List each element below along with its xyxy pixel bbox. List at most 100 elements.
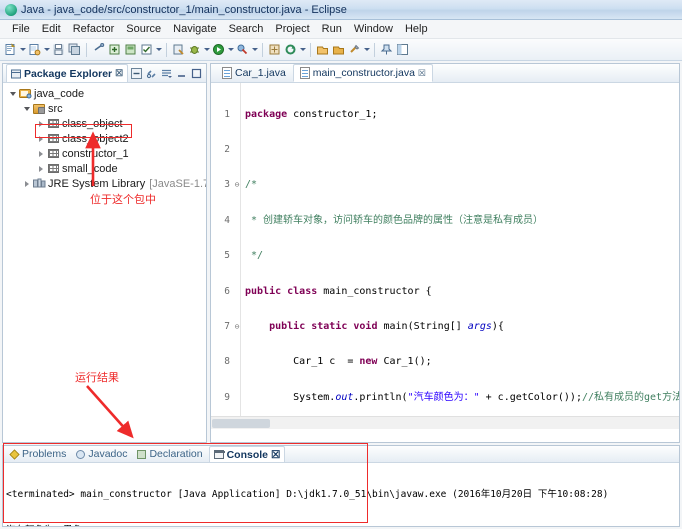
editor-area: Car_1.java main_constructor.java ☒ 1 pack… [210, 63, 680, 443]
chevron-down-icon[interactable] [203, 42, 210, 57]
link-with-editor-icon[interactable] [146, 68, 157, 79]
view-menu-icon[interactable] [161, 68, 172, 79]
fold-marker[interactable]: ⊖ [233, 321, 241, 333]
close-icon[interactable]: ☒ [418, 68, 426, 79]
checkbox-icon[interactable] [139, 42, 154, 57]
tree-item-label: src [48, 102, 63, 115]
menu-help[interactable]: Help [399, 21, 434, 37]
minimize-icon[interactable] [176, 68, 187, 79]
workbench: Package Explorer ☒ java_code src class_o… [0, 61, 682, 529]
print-icon[interactable] [91, 42, 106, 57]
run-icon[interactable] [211, 42, 226, 57]
tab-label: Console [226, 448, 269, 461]
tab-label: Problems [22, 448, 67, 460]
console-output[interactable]: <terminated> main_constructor [Java Appl… [3, 463, 679, 526]
chevron-down-icon[interactable] [251, 42, 258, 57]
menu-run[interactable]: Run [316, 21, 348, 37]
tree-item-java_code[interactable]: java_code [3, 86, 206, 101]
chevron-down-icon[interactable] [19, 42, 26, 57]
tree-item-class_object2[interactable]: class_object2 [3, 131, 206, 146]
scrollbar-thumb[interactable] [212, 419, 270, 428]
editor-tabbar: Car_1.java main_constructor.java ☒ [211, 64, 679, 83]
tab-javadoc[interactable]: Javadoc [72, 446, 131, 462]
twisty-open-icon[interactable] [7, 92, 18, 96]
twisty-closed-icon[interactable] [35, 166, 46, 172]
line-number: 7 [224, 320, 230, 332]
twisty-open-icon[interactable] [21, 107, 32, 111]
code-line: 1 package constructor_1; [211, 109, 679, 121]
menu-project[interactable]: Project [269, 21, 315, 37]
search-icon[interactable] [347, 42, 362, 57]
export-icon[interactable] [123, 42, 138, 57]
console-view: Problems Javadoc Declaration Console ☒ <… [2, 445, 680, 527]
package-icon [46, 164, 60, 173]
open-resource-icon[interactable] [331, 42, 346, 57]
pin-icon[interactable] [379, 42, 394, 57]
chevron-down-icon[interactable] [363, 42, 370, 57]
chevron-down-icon[interactable] [299, 42, 306, 57]
perspective-icon[interactable] [395, 42, 410, 57]
new-class-icon[interactable] [267, 42, 282, 57]
menu-file[interactable]: File [6, 21, 36, 37]
tab-declaration[interactable]: Declaration [133, 446, 206, 462]
tree-item-constructor_1[interactable]: constructor_1 [3, 146, 206, 161]
twisty-closed-icon[interactable] [35, 151, 46, 157]
chevron-down-icon[interactable] [227, 42, 234, 57]
save-icon[interactable] [51, 42, 66, 57]
chevron-down-icon[interactable] [155, 42, 162, 57]
menu-source[interactable]: Source [120, 21, 167, 37]
tab-car1-java[interactable]: Car_1.java [215, 64, 293, 82]
tree-item-label: java_code [34, 87, 85, 100]
twisty-closed-icon[interactable] [35, 121, 46, 127]
tree-item-sublabel: [JavaSE-1.7] [149, 177, 206, 190]
collapse-all-icon[interactable] [131, 67, 142, 79]
tree-item-class_object[interactable]: class_object [3, 116, 206, 131]
code-line: 2 [211, 144, 679, 156]
tab-main-constructor-java[interactable]: main_constructor.java ☒ [292, 64, 433, 82]
close-icon[interactable]: ☒ [271, 449, 280, 461]
tree-item-src[interactable]: src [3, 101, 206, 116]
line-number: 6 [224, 285, 230, 297]
refresh-icon[interactable] [283, 42, 298, 57]
line-number: 3 [224, 179, 230, 191]
new-folder-icon[interactable] [107, 42, 122, 57]
package-icon [46, 119, 60, 128]
package-explorer-tabbar: Package Explorer ☒ [3, 64, 206, 83]
tab-problems[interactable]: Problems [6, 446, 70, 462]
chevron-down-icon[interactable] [43, 42, 50, 57]
run-config-icon[interactable] [235, 42, 250, 57]
close-icon[interactable]: ☒ [115, 68, 123, 79]
tree-item-small_code[interactable]: small_code [3, 161, 206, 176]
open-type-icon[interactable] [315, 42, 330, 57]
line-number: 1 [224, 108, 230, 120]
java-project-icon [18, 88, 32, 99]
line-number: 9 [224, 391, 230, 403]
code-editor[interactable]: 1 package constructor_1; 2 3 ⊖/* 4 * 创建轿车对… [211, 83, 679, 429]
new-java-project-icon[interactable] [27, 42, 42, 57]
twisty-closed-icon[interactable] [21, 181, 32, 187]
menu-edit[interactable]: Edit [36, 21, 67, 37]
code-line: 9 System.out.println("汽车颜色为：" + c.getCol… [211, 392, 679, 404]
debug-icon[interactable] [187, 42, 202, 57]
build-icon[interactable] [171, 42, 186, 57]
new-wizard-icon[interactable] [3, 42, 18, 57]
menu-window[interactable]: Window [348, 21, 399, 37]
project-tree[interactable]: java_code src class_object class_object2 [3, 83, 206, 442]
editor-horizontal-scrollbar[interactable] [211, 416, 679, 429]
maximize-icon[interactable] [191, 68, 202, 79]
tree-item-label: class_object [62, 117, 123, 130]
view-toolbar [131, 67, 206, 79]
tab-package-explorer[interactable]: Package Explorer ☒ [6, 64, 129, 82]
menu-refactor[interactable]: Refactor [67, 21, 121, 37]
twisty-closed-icon[interactable] [35, 136, 46, 142]
fold-marker[interactable]: ⊖ [233, 179, 241, 191]
tab-console[interactable]: Console ☒ [208, 446, 286, 462]
save-all-icon[interactable] [67, 42, 82, 57]
menu-search[interactable]: Search [223, 21, 270, 37]
package-icon [46, 134, 60, 143]
console-terminated-line: <terminated> main_constructor [Java Appl… [6, 489, 609, 500]
package-explorer-icon [11, 69, 21, 78]
menu-navigate[interactable]: Navigate [167, 21, 222, 37]
package-icon [46, 149, 60, 158]
tree-item-jre-system-library[interactable]: JRE System Library [JavaSE-1.7] [3, 176, 206, 191]
